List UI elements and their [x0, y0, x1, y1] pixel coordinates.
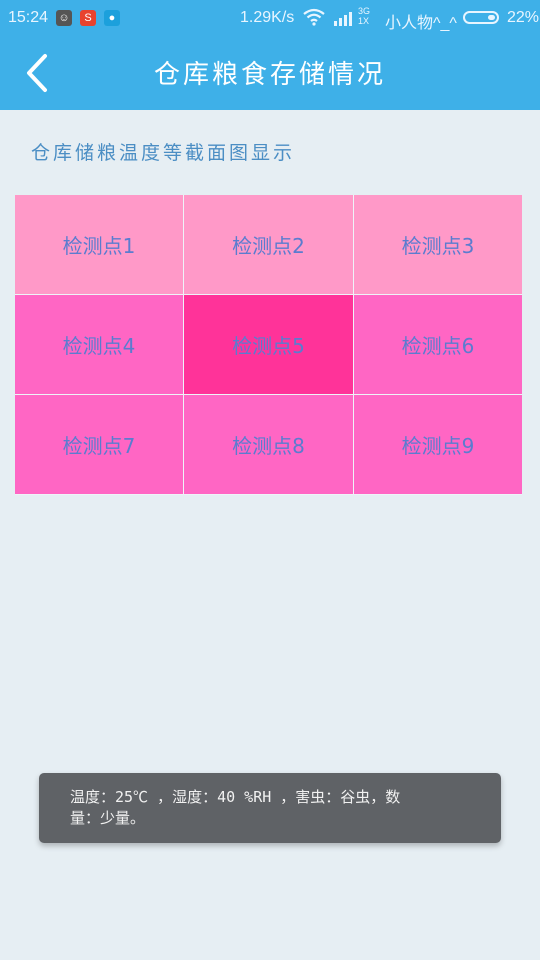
info-toast: 温度：25℃ ，湿度：40 %RH ，害虫：谷虫，数 量：少量。 [39, 773, 501, 843]
status-bar: 15:24 ☺ S ● 1.29K/s 3G 1X 小人物^_^ 22% [0, 0, 540, 36]
wifi-icon [303, 8, 325, 26]
detection-point-3[interactable]: 检测点3 [354, 195, 522, 294]
red-s-app-icon: S [80, 10, 96, 26]
page-title: 仓库粮食存储情况 [153, 60, 386, 90]
battery-icon [463, 11, 499, 24]
network-type-top: 3G [358, 6, 371, 16]
status-time: 15:24 [8, 9, 49, 26]
detection-point-2[interactable]: 检测点2 [184, 195, 353, 294]
detection-point-5[interactable]: 检测点5 [184, 295, 353, 394]
app-toolbar: 仓库粮食存储情况 [0, 36, 540, 110]
network-type: 3G 1X [358, 6, 370, 26]
detection-point-4[interactable]: 检测点4 [15, 295, 183, 394]
carrier-name: 小人物^_^ [385, 15, 457, 32]
network-type-bottom: 1X [358, 16, 370, 26]
drop-app-icon: ● [104, 10, 120, 26]
detection-point-7[interactable]: 检测点7 [15, 395, 183, 494]
detection-point-8[interactable]: 检测点8 [184, 395, 353, 494]
section-heading: 仓库储粮温度等截面图显示 [31, 142, 296, 164]
toast-line-2: 量：少量。 [70, 809, 146, 827]
battery-percent: 22% [507, 9, 540, 26]
net-speed: 1.29K/s [240, 9, 295, 26]
toast-line-1: 温度：25℃ ，湿度：40 %RH ，害虫：谷虫，数 [70, 788, 401, 806]
detection-point-6[interactable]: 检测点6 [354, 295, 522, 394]
signal-icon [334, 12, 352, 26]
detection-point-9[interactable]: 检测点9 [354, 395, 522, 494]
detection-point-grid: 检测点1 检测点2 检测点3 检测点4 检测点5 检测点6 检测点7 检测点8 … [15, 195, 522, 495]
cat-app-icon: ☺ [56, 10, 72, 26]
detection-point-1[interactable]: 检测点1 [15, 195, 183, 294]
